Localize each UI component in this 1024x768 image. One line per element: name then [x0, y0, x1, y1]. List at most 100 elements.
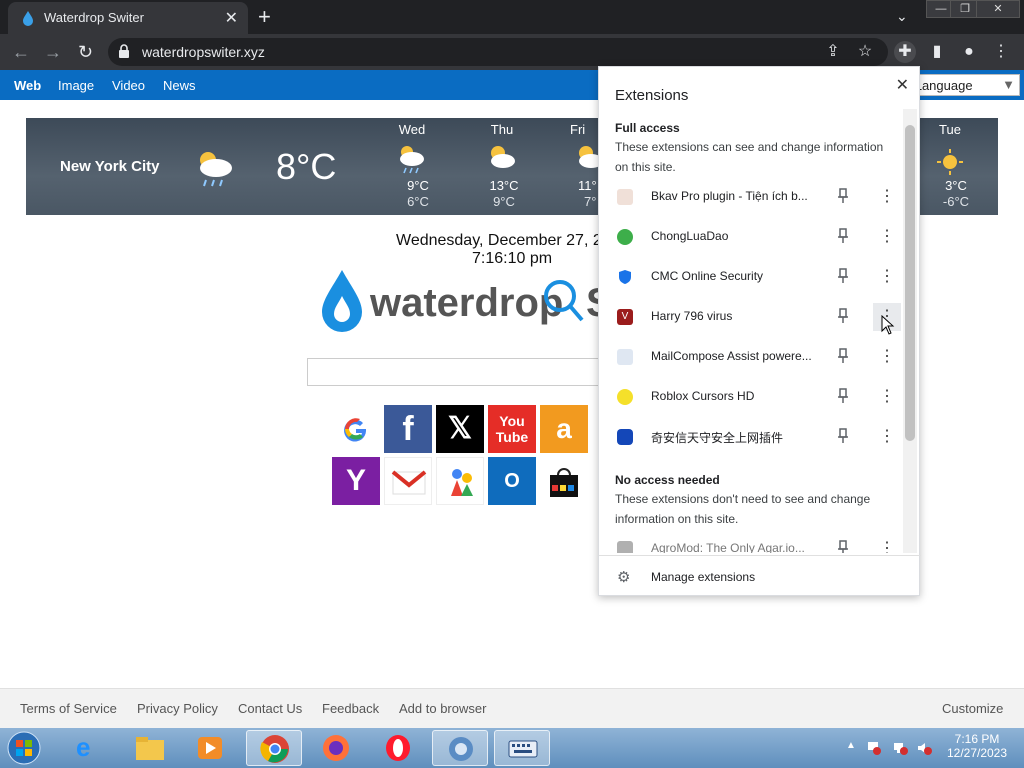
rain-cloud-icon [400, 146, 424, 174]
more-options-icon[interactable]: ⋮ [873, 423, 901, 451]
mouse-cursor-icon [881, 315, 895, 335]
virus-extension-icon: V [617, 309, 633, 325]
pin-icon[interactable] [837, 388, 849, 404]
network-app-taskbar-button[interactable] [432, 730, 488, 766]
nav-video[interactable]: Video [112, 78, 145, 93]
maps-shortcut[interactable] [436, 457, 484, 505]
chrome-taskbar-button[interactable] [246, 730, 302, 766]
firefox-taskbar-button[interactable] [308, 730, 364, 766]
taskbar-clock[interactable]: 7:16 PM 12/27/2023 [940, 732, 1014, 760]
more-options-icon[interactable]: ⋮ [873, 183, 901, 211]
extension-row[interactable]: 奇安信天守安全上网插件 ⋮ [599, 417, 903, 457]
outlook-icon: O [504, 470, 520, 492]
side-panel-icon[interactable]: ▮ [926, 41, 948, 63]
footer-link[interactable]: Privacy Policy [137, 701, 218, 716]
no-access-heading: No access needed [615, 473, 720, 487]
extensions-popup: Extensions ✕ Full access These extension… [598, 66, 921, 597]
forecast-low: 6°C [407, 194, 429, 209]
media-player-icon [198, 737, 222, 759]
rain-cloud-icon [200, 152, 232, 187]
start-button-icon[interactable] [4, 730, 44, 766]
action-center-flag-icon[interactable] [866, 740, 882, 756]
window-close-button[interactable]: ✕ [976, 0, 1020, 18]
chongluadao-icon [617, 229, 633, 245]
opera-taskbar-button[interactable] [370, 730, 426, 766]
tab-strip: Waterdrop Switer ✕ + ⌄ — ❐ ✕ [0, 0, 1024, 34]
amazon-shortcut[interactable]: a [540, 405, 588, 453]
extension-row[interactable]: AgroMod: The Only Agar.io... ⋮ [599, 529, 903, 553]
more-options-icon[interactable]: ⋮ [873, 535, 901, 553]
current-temperature: 8°C [276, 146, 337, 187]
extension-row[interactable]: V Harry 796 virus ⋮ [599, 297, 903, 337]
facebook-shortcut[interactable]: f [384, 405, 432, 453]
new-tab-button[interactable]: + [258, 4, 271, 30]
browser-tab[interactable]: Waterdrop Switer ✕ [8, 2, 248, 34]
facebook-icon: f [402, 410, 414, 448]
back-arrow-icon[interactable]: ← [12, 42, 30, 63]
more-options-icon[interactable]: ⋮ [873, 223, 901, 251]
more-options-icon[interactable]: ⋮ [873, 263, 901, 291]
keyboard-app-taskbar-button[interactable] [494, 730, 550, 766]
network-icon[interactable] [892, 740, 908, 756]
manage-extensions-button[interactable]: ⚙ Manage extensions [599, 555, 921, 597]
extension-row[interactable]: MailCompose Assist powere... ⋮ [599, 337, 903, 377]
extensions-puzzle-icon[interactable]: ✚ [894, 41, 916, 63]
dropdown-arrow-icon: ▼ [1002, 77, 1015, 92]
pin-icon[interactable] [837, 348, 849, 364]
pin-icon[interactable] [837, 268, 849, 284]
extension-row[interactable]: Roblox Cursors HD ⋮ [599, 377, 903, 417]
outlook-shortcut[interactable]: O [488, 457, 536, 505]
more-options-icon[interactable]: ⋮ [873, 383, 901, 411]
nav-image[interactable]: Image [58, 78, 94, 93]
current-date: Wednesday, December 27, 2 [396, 232, 602, 249]
pin-icon[interactable] [837, 540, 849, 553]
customize-link[interactable]: Customize [942, 701, 1003, 716]
extension-row[interactable]: CMC Online Security ⋮ [599, 257, 903, 297]
reload-icon[interactable]: ↻ [78, 42, 93, 63]
internet-explorer-icon: e [76, 732, 91, 762]
google-shortcut[interactable] [332, 405, 380, 453]
nav-news[interactable]: News [163, 78, 196, 93]
shopping-shortcut[interactable] [540, 457, 588, 505]
nav-web[interactable]: Web [14, 78, 41, 93]
tray-expand-icon[interactable]: ▲ [846, 740, 856, 751]
footer-link[interactable]: Contact Us [238, 701, 302, 716]
footer-link[interactable]: Add to browser [399, 701, 486, 716]
profile-avatar-icon[interactable]: ● [958, 41, 980, 63]
more-options-icon[interactable]: ⋮ [873, 343, 901, 371]
pin-icon[interactable] [837, 228, 849, 244]
share-icon[interactable]: ⇪ [822, 41, 844, 63]
volume-muted-icon[interactable] [916, 740, 932, 756]
browser-menu-icon[interactable]: ⋮ [990, 41, 1012, 63]
folder-icon [136, 737, 164, 760]
waterdrop-favicon-icon [23, 11, 33, 26]
close-icon[interactable]: ✕ [896, 75, 909, 95]
pin-icon[interactable] [837, 308, 849, 324]
media-player-taskbar-button[interactable] [182, 730, 238, 766]
gmail-shortcut[interactable] [384, 457, 432, 505]
address-bar[interactable]: waterdropswiter.xyz [108, 38, 888, 66]
explorer-taskbar-button[interactable] [122, 730, 178, 766]
x-shortcut[interactable]: 𝕏 [436, 405, 484, 453]
search-input[interactable] [307, 358, 607, 386]
forecast-low: 9°C [493, 194, 515, 209]
footer-link[interactable]: Terms of Service [20, 701, 117, 716]
pin-icon[interactable] [837, 428, 849, 444]
full-access-heading: Full access [615, 121, 680, 135]
clock-date: 12/27/2023 [946, 746, 1008, 760]
extension-row[interactable]: ChongLuaDao ⋮ [599, 217, 903, 257]
ie-taskbar-button[interactable]: e [62, 730, 118, 766]
tab-close-icon[interactable]: ✕ [225, 8, 238, 28]
tab-search-chevron-icon[interactable]: ⌄ [896, 8, 908, 25]
pin-icon[interactable] [837, 188, 849, 204]
popup-scrollbar[interactable] [903, 109, 917, 553]
yahoo-icon: Y [345, 464, 366, 497]
forward-arrow-icon[interactable]: → [44, 42, 62, 63]
scrollbar-thumb[interactable] [905, 125, 915, 441]
youtube-icon: You Tube [495, 413, 529, 445]
extension-row[interactable]: Bkav Pro plugin - Tiện ích b... ⋮ [599, 177, 903, 217]
youtube-shortcut[interactable]: You Tube [488, 405, 536, 453]
bookmark-star-icon[interactable]: ☆ [854, 41, 876, 63]
yahoo-shortcut[interactable]: Y [332, 457, 380, 505]
footer-link[interactable]: Feedback [322, 701, 379, 716]
